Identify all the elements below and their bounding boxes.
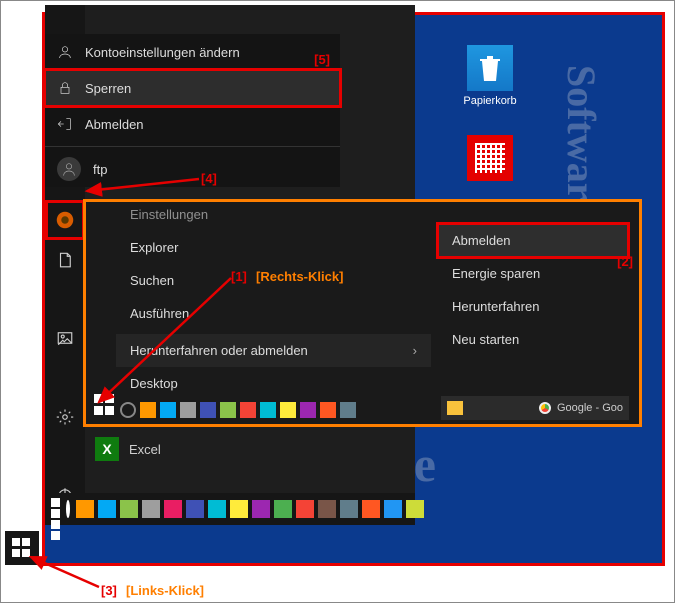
annotation-2: [2] [617, 254, 633, 269]
winx-browser-tab[interactable]: Google - Goo [441, 396, 629, 420]
user-avatar-icon [57, 157, 81, 181]
taskbar-app-icon[interactable] [200, 402, 216, 418]
winx-sub-signout[interactable]: Abmelden [438, 224, 628, 257]
start-button[interactable] [51, 498, 60, 520]
winx-item-desktop[interactable]: Desktop [116, 367, 431, 400]
winx-item-shutdown-submenu[interactable]: Herunterfahren oder abmelden › [116, 334, 431, 367]
taskbar-app-icon[interactable] [252, 500, 270, 518]
winx-start-icon[interactable] [94, 394, 116, 416]
desktop-icon-label: Papierkorb [455, 95, 525, 107]
folder-icon [447, 401, 463, 415]
taskbar-app-icon[interactable] [180, 402, 196, 418]
taskbar-app-icon[interactable] [142, 500, 160, 518]
taskbar-app-icon[interactable] [274, 500, 292, 518]
menu-item-label: Kontoeinstellungen ändern [85, 45, 240, 60]
winx-shutdown-submenu: Abmelden Energie sparen Herunterfahren N… [438, 224, 628, 356]
taskbar-app-icon[interactable] [320, 402, 336, 418]
annotation-3-text: [Links-Klick] [126, 583, 204, 598]
annotation-5: [5] [314, 52, 330, 67]
taskbar-app-icon[interactable] [186, 500, 204, 518]
taskbar-app-icon[interactable] [384, 500, 402, 518]
annotation-3: [3] [101, 583, 117, 598]
winx-sub-restart[interactable]: Neu starten [438, 323, 628, 356]
taskbar-app-icon[interactable] [340, 500, 358, 518]
settings-person-icon [57, 44, 73, 60]
account-signout[interactable]: Abmelden [45, 106, 340, 142]
account-lock[interactable]: Sperren [45, 70, 340, 106]
start-item-excel[interactable]: X Excel [85, 431, 335, 467]
taskbar-app-icon[interactable] [362, 500, 380, 518]
taskbar-app-icon[interactable] [240, 402, 256, 418]
menu-item-label: Sperren [85, 81, 131, 96]
taskbar-app-icon[interactable] [140, 402, 156, 418]
winx-sub-sleep[interactable]: Energie sparen [438, 257, 628, 290]
winx-taskbar-apps [120, 402, 430, 418]
taskbar-app-icon[interactable] [220, 402, 236, 418]
browser-tab-label: Google - Goo [557, 402, 623, 414]
taskbar-app-icon[interactable] [406, 500, 424, 518]
recycle-bin-icon [467, 45, 513, 91]
taskbar-pinned-apps [76, 500, 424, 518]
outer-start-button[interactable] [5, 531, 39, 565]
taskbar-app-icon[interactable] [280, 402, 296, 418]
excel-icon: X [95, 437, 119, 461]
app-grid-icon [467, 135, 513, 181]
chrome-icon [539, 402, 551, 414]
taskbar-app-icon[interactable] [160, 402, 176, 418]
cortana-icon[interactable] [120, 402, 136, 418]
rail-user-avatar[interactable] [45, 200, 85, 240]
menu-separator [45, 146, 340, 147]
screenshot-canvas: SoftwareOK.de SoftwareOK.de Papierkorb A… [0, 0, 675, 603]
taskbar-app-icon[interactable] [120, 500, 138, 518]
desktop-icon-app[interactable] [455, 135, 525, 185]
winx-context-menu: Einstellungen Explorer Suchen Ausführen … [83, 199, 642, 427]
taskbar-app-icon[interactable] [300, 402, 316, 418]
desktop-icon-recycle-bin[interactable]: Papierkorb [455, 45, 525, 107]
start-item-label: Excel [129, 442, 161, 457]
rail-pictures-icon[interactable] [45, 318, 85, 358]
taskbar-app-icon[interactable] [340, 402, 356, 418]
winx-item-search[interactable]: Suchen [116, 264, 431, 297]
taskbar-app-icon[interactable] [296, 500, 314, 518]
taskbar-app-icon[interactable] [260, 402, 276, 418]
cortana-icon[interactable] [66, 500, 70, 518]
winx-item-run[interactable]: Ausführen [116, 297, 431, 330]
winx-item-explorer[interactable]: Explorer [116, 231, 431, 264]
menu-item-label: ftp [93, 162, 107, 177]
rail-documents-icon[interactable] [45, 240, 85, 280]
account-current-user[interactable]: ftp [45, 151, 340, 187]
taskbar-app-icon[interactable] [318, 500, 336, 518]
taskbar [45, 493, 415, 525]
menu-item-label: Herunterfahren oder abmelden [130, 343, 308, 358]
rail-settings-icon[interactable] [45, 397, 85, 437]
account-change-settings[interactable]: Kontoeinstellungen ändern [45, 34, 340, 70]
winx-item-settings[interactable]: Einstellungen [116, 198, 431, 231]
taskbar-app-icon[interactable] [230, 500, 248, 518]
winx-sub-shutdown[interactable]: Herunterfahren [438, 290, 628, 323]
winx-left-column: Einstellungen Explorer Suchen Ausführen … [116, 198, 431, 400]
taskbar-app-icon[interactable] [164, 500, 182, 518]
lock-icon [57, 80, 73, 96]
menu-item-label: Abmelden [85, 117, 144, 132]
taskbar-app-icon[interactable] [208, 500, 226, 518]
chevron-right-icon: › [413, 343, 417, 358]
account-menu: App6 [5] Kontoeinstellungen ändern Sperr… [45, 34, 340, 187]
taskbar-app-icon[interactable] [98, 500, 116, 518]
taskbar-app-icon[interactable] [76, 500, 94, 518]
signout-icon [57, 116, 73, 132]
